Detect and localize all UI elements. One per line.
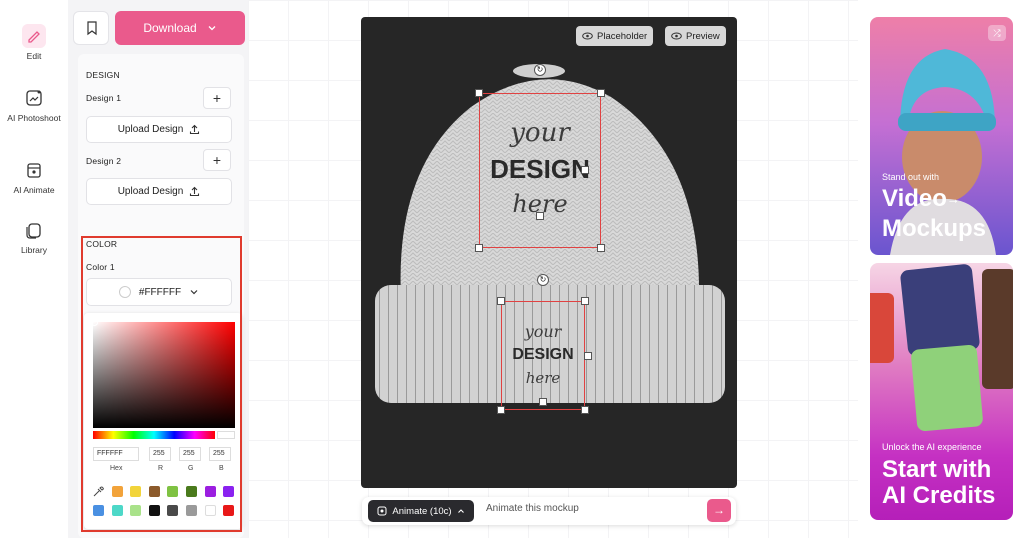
ad2-title-line2: AI Credits (882, 482, 996, 509)
upload-design1-button[interactable]: Upload Design (86, 116, 232, 143)
resize-handle[interactable] (539, 398, 547, 406)
rotate-handle[interactable]: ↻ (534, 64, 546, 76)
rail-item-edit[interactable]: Edit (0, 24, 68, 62)
rail-label-ai-photoshoot: AI Photoshoot (7, 113, 61, 123)
upload-icon (190, 124, 200, 135)
resize-handle[interactable] (597, 89, 605, 97)
film-icon (27, 163, 41, 178)
bookmark-button[interactable] (73, 11, 109, 45)
rail-item-library[interactable]: Library (0, 218, 68, 256)
arrow-right-icon: → (713, 503, 725, 517)
download-label: Download (143, 21, 197, 35)
resize-handle[interactable] (584, 352, 592, 360)
rail-item-ai-photoshoot[interactable]: AI Photoshoot (0, 86, 68, 124)
resize-handle[interactable] (475, 244, 483, 252)
add-design1-button[interactable]: + (203, 87, 231, 109)
rail-label-edit: Edit (26, 51, 42, 61)
upload-design2-button[interactable]: Upload Design (86, 178, 232, 205)
bookmark-icon (87, 21, 97, 36)
app-root: Edit AI Photoshoot AI Animate Library Do… (0, 0, 1024, 538)
download-button[interactable]: Download (115, 11, 245, 45)
preview-label: Preview (686, 30, 720, 42)
animate-icon (377, 506, 387, 516)
upload-icon (190, 186, 200, 197)
arrow-right-icon: → (946, 191, 960, 207)
pencil-icon (22, 24, 46, 48)
ad1-title-line1: Video→ (882, 186, 960, 213)
ad2-small-text: Unlock the AI experience (882, 442, 982, 452)
resize-handle[interactable] (581, 166, 589, 174)
design-text-here: here (525, 369, 561, 387)
rail-item-ai-animate[interactable]: AI Animate (0, 158, 68, 196)
design-text-your: your (510, 118, 570, 148)
ad2-title-line1: Start with (882, 456, 992, 483)
placeholder-label: Placeholder (597, 30, 648, 42)
resize-handle[interactable] (581, 406, 589, 414)
placeholder-button[interactable]: Placeholder (576, 26, 654, 46)
color-section-highlight (81, 236, 242, 532)
design-text-design: DESIGN (512, 346, 574, 363)
rail-label-ai-animate: AI Animate (13, 185, 55, 195)
shuffle-icon[interactable]: ⤮ (988, 25, 1006, 41)
ad1-small-text: Stand out with (882, 172, 940, 182)
design2-label: Design 2 (86, 156, 122, 166)
ad1-title-line2: Mockups (882, 215, 987, 242)
resize-handle[interactable] (581, 297, 589, 305)
beanie-image (375, 64, 725, 403)
design1-label: Design 1 (86, 93, 122, 103)
resize-handle[interactable] (475, 89, 483, 97)
animate-button[interactable]: Animate (10c) (368, 500, 474, 522)
left-rail: Edit AI Photoshoot AI Animate Library (0, 0, 68, 538)
resize-handle[interactable] (497, 406, 505, 414)
send-button[interactable]: → (707, 499, 731, 522)
resize-handle[interactable] (536, 212, 544, 220)
eye-icon (582, 32, 593, 40)
mockup-preview (361, 17, 737, 488)
animate-label: Animate (10c) (392, 505, 452, 517)
chevron-down-icon (208, 26, 216, 31)
resize-handle[interactable] (497, 297, 505, 305)
library-icon (26, 223, 41, 239)
photo-sparkle-icon (26, 90, 42, 106)
add-design2-button[interactable]: + (203, 149, 231, 171)
preview-button[interactable]: Preview (665, 26, 726, 46)
resize-handle[interactable] (597, 244, 605, 252)
chevron-up-icon (457, 509, 464, 513)
animate-prompt-input[interactable]: Animate this mockup (486, 503, 579, 514)
design-text-your: your (524, 322, 562, 341)
rail-label-library: Library (21, 245, 47, 255)
ad1-title-word: Video (882, 185, 947, 212)
upload-design1-label: Upload Design (117, 124, 184, 135)
eye-icon (671, 32, 682, 40)
design-section-label: DESIGN (86, 70, 120, 80)
rotate-handle[interactable]: ↻ (537, 274, 549, 286)
upload-design2-label: Upload Design (117, 186, 184, 197)
